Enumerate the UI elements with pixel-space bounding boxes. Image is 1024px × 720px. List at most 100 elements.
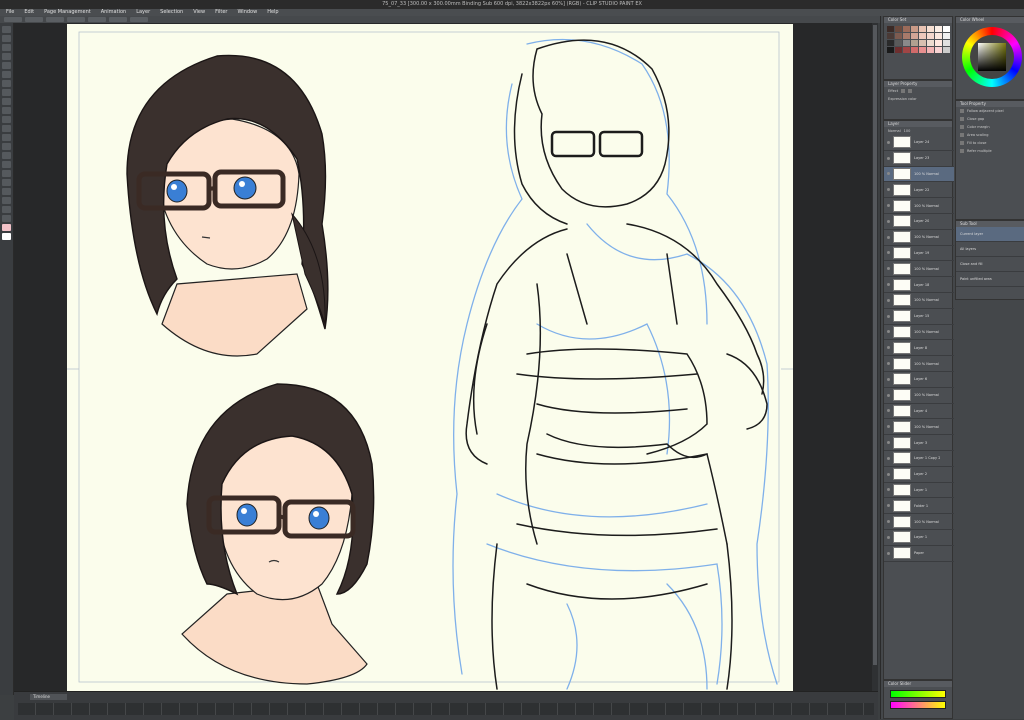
scroll-thumb[interactable] xyxy=(873,25,877,665)
gradient-tool-icon[interactable] xyxy=(2,161,11,168)
sub-tool-close-and-fill[interactable]: Close and fill xyxy=(956,257,1024,272)
layer-row[interactable]: Layer 24 xyxy=(884,135,954,151)
layer-row[interactable]: Layer 18 xyxy=(884,277,954,293)
color-swatch[interactable] xyxy=(911,26,918,32)
eye-icon[interactable] xyxy=(887,267,890,271)
timeline-track[interactable] xyxy=(18,703,874,715)
eye-icon[interactable] xyxy=(887,235,890,239)
color-slider-r[interactable] xyxy=(890,690,946,698)
color-swatch[interactable] xyxy=(935,40,942,46)
color-swatch[interactable] xyxy=(895,47,902,53)
layer-row[interactable]: Layer 1 Copy 2 xyxy=(884,451,954,467)
menu-selection[interactable]: Selection xyxy=(160,9,183,16)
color-swatch[interactable] xyxy=(895,26,902,32)
layer-row[interactable]: 100 % Normal xyxy=(884,261,954,278)
text-tool-icon[interactable] xyxy=(2,197,11,204)
correct-line-tool-icon[interactable] xyxy=(2,215,11,222)
color-swatch[interactable] xyxy=(903,33,910,39)
color-wheel-title[interactable]: Color Wheel xyxy=(956,17,1024,23)
layer-row[interactable]: Layer 19 xyxy=(884,246,954,262)
checkbox-icon[interactable] xyxy=(960,141,964,145)
eye-icon[interactable] xyxy=(887,346,890,350)
color-swatch[interactable] xyxy=(943,47,950,53)
layer-row[interactable]: Layer 15 xyxy=(884,309,954,325)
color-swatch[interactable] xyxy=(919,26,926,32)
operation-tool-icon[interactable] xyxy=(2,44,11,51)
new-file-icon[interactable] xyxy=(4,17,22,22)
color-swatch[interactable] xyxy=(927,26,934,32)
layer-row[interactable]: 100 % Normal xyxy=(884,198,954,214)
open-file-icon[interactable] xyxy=(25,17,43,22)
layer-row[interactable]: 100 % Normal xyxy=(884,388,954,404)
clear-icon[interactable] xyxy=(109,17,127,22)
layer-row[interactable]: Layer 1 xyxy=(884,483,954,499)
color-slider-g[interactable] xyxy=(890,701,946,709)
color-swatch[interactable] xyxy=(927,47,934,53)
eye-icon[interactable] xyxy=(887,488,890,492)
eye-icon[interactable] xyxy=(887,219,890,223)
color-swatch[interactable] xyxy=(887,47,894,53)
blend-tool-icon[interactable] xyxy=(2,143,11,150)
eye-icon[interactable] xyxy=(887,188,890,192)
color-swatch[interactable] xyxy=(903,47,910,53)
eye-icon[interactable] xyxy=(887,172,890,176)
layer-row[interactable]: Layer 1 xyxy=(884,530,954,546)
eye-icon[interactable] xyxy=(887,409,890,413)
color-slider-title[interactable]: Color Slider xyxy=(884,681,952,687)
ruler-tool-icon[interactable] xyxy=(2,188,11,195)
eye-icon[interactable] xyxy=(887,204,890,208)
eye-icon[interactable] xyxy=(887,283,890,287)
color-swatch[interactable] xyxy=(887,26,894,32)
layer-row[interactable]: Layer 20 xyxy=(884,214,954,230)
color-swatch[interactable] xyxy=(911,40,918,46)
drawing-canvas[interactable] xyxy=(67,24,793,691)
eye-icon[interactable] xyxy=(887,156,890,160)
checkbox-icon[interactable] xyxy=(960,109,964,113)
menu-file[interactable]: File xyxy=(6,9,14,16)
eye-icon[interactable] xyxy=(887,441,890,445)
undo-icon[interactable] xyxy=(67,17,85,22)
menu-window[interactable]: Window xyxy=(237,9,257,16)
zoom-tool-icon[interactable] xyxy=(2,26,11,33)
blend-mode-select[interactable]: Normal xyxy=(888,129,901,133)
color-swatch[interactable] xyxy=(935,47,942,53)
eye-icon[interactable] xyxy=(887,330,890,334)
menu-filter[interactable]: Filter xyxy=(215,9,227,16)
effect-icon[interactable] xyxy=(901,89,906,93)
pen-tool-icon[interactable] xyxy=(2,89,11,96)
eye-icon[interactable] xyxy=(887,362,890,366)
color-swatch[interactable] xyxy=(919,33,926,39)
layer-row[interactable]: 100 % Normal xyxy=(884,166,954,183)
saturation-value-square[interactable] xyxy=(978,43,1006,71)
menu-help[interactable]: Help xyxy=(267,9,278,16)
layer-row[interactable]: Layer 4 xyxy=(884,404,954,420)
redo-icon[interactable] xyxy=(88,17,106,22)
menu-page-management[interactable]: Page Management xyxy=(44,9,91,16)
layer-row[interactable]: Layer 22 xyxy=(884,182,954,199)
selection-tool-icon[interactable] xyxy=(2,62,11,69)
color-swatch[interactable] xyxy=(935,33,942,39)
color-swatch[interactable] xyxy=(887,33,894,39)
checkbox-icon[interactable] xyxy=(960,133,964,137)
color-swatch[interactable] xyxy=(903,26,910,32)
sub-color-swatch[interactable] xyxy=(2,233,11,240)
color-swatch[interactable] xyxy=(903,40,910,46)
balloon-tool-icon[interactable] xyxy=(2,206,11,213)
eye-icon[interactable] xyxy=(887,456,890,460)
eye-icon[interactable] xyxy=(887,472,890,476)
eye-icon[interactable] xyxy=(887,314,890,318)
effect-icon-2[interactable] xyxy=(908,89,913,93)
sub-tool-paint-unfilled[interactable]: Paint unfilled area xyxy=(956,272,1024,287)
layer-row[interactable]: Paper xyxy=(884,546,954,562)
color-swatch[interactable] xyxy=(887,40,894,46)
checkbox-icon[interactable] xyxy=(960,149,964,153)
airbrush-tool-icon[interactable] xyxy=(2,116,11,123)
color-swatch[interactable] xyxy=(943,26,950,32)
eye-icon[interactable] xyxy=(887,298,890,302)
eye-icon[interactable] xyxy=(887,425,890,429)
timeline-tab[interactable]: Timeline xyxy=(30,694,67,700)
hue-ring[interactable] xyxy=(962,27,1022,87)
checkbox-icon[interactable] xyxy=(960,117,964,121)
layer-row[interactable]: 100 % Normal xyxy=(884,514,954,530)
color-swatch[interactable] xyxy=(935,26,942,32)
